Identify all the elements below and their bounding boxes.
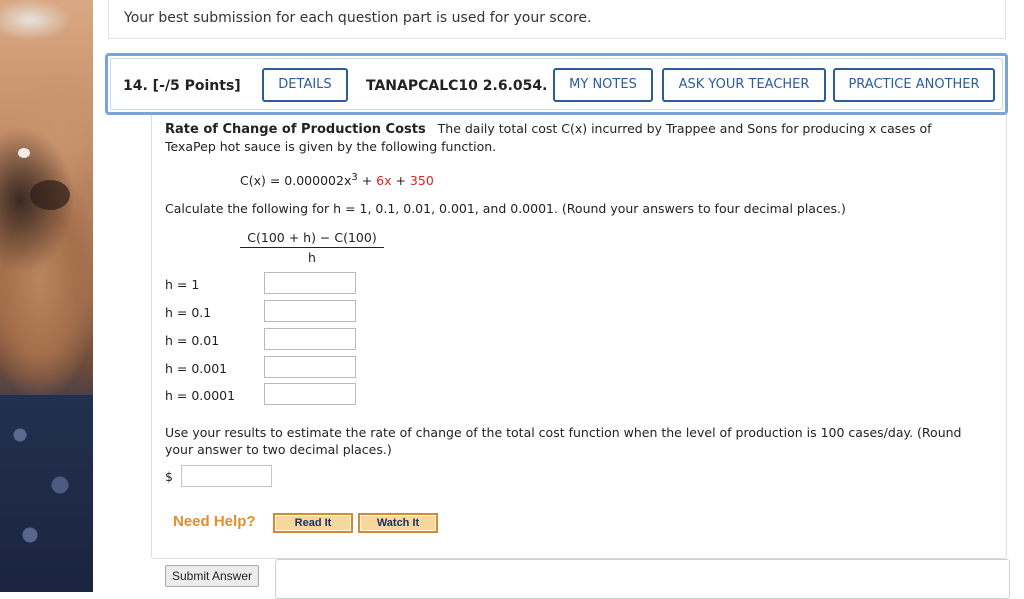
answer-input-h5[interactable] (264, 383, 356, 405)
h-label-1: h = 1 (165, 277, 200, 292)
practice-another-button[interactable]: PRACTICE ANOTHER (833, 68, 995, 102)
my-notes-button[interactable]: MY NOTES (553, 68, 653, 102)
rate-answer-input[interactable] (181, 465, 272, 487)
cost-function: C(x) = 0.000002x3 + 6x + 350 (240, 169, 434, 189)
watch-it-button[interactable]: Watch It (358, 513, 438, 533)
photo-highlight (18, 148, 30, 158)
h-label-5: h = 0.0001 (165, 388, 236, 403)
notes-panel (275, 559, 1010, 599)
function-plus-1: + (357, 173, 377, 189)
need-help-label: Need Help? (173, 513, 256, 530)
fraction-numerator: C(100 + h) − C(100) (240, 230, 384, 248)
problem-intro-line-1: The daily total cost C(x) incurred by Tr… (437, 121, 932, 136)
problem-title: Rate of Change of Production Costs (165, 122, 426, 137)
answer-input-h2[interactable] (264, 300, 356, 322)
read-it-button[interactable]: Read It (273, 513, 353, 533)
function-plus-2: + (391, 173, 410, 189)
question-header: 14. [-/5 Points] DETAILS TANAPCALC10 2.6… (105, 53, 1008, 115)
answer-input-h3[interactable] (264, 328, 356, 350)
problem-intro: Rate of Change of Production Costs The d… (165, 120, 995, 155)
estimate-line-2: your answer to two decimal places.) (165, 442, 392, 457)
problem-intro-line-2: TexaPep hot sauce is given by the follow… (165, 139, 497, 154)
estimate-text: Use your results to estimate the rate of… (165, 424, 1000, 458)
function-term-3: 350 (409, 173, 434, 189)
question-number: 14. [-/5 Points] (123, 78, 241, 94)
h-label-2: h = 0.1 (165, 305, 212, 320)
fraction-denominator: h (308, 250, 316, 265)
answer-input-h4[interactable] (264, 356, 356, 378)
estimate-line-1: Use your results to estimate the rate of… (165, 425, 962, 440)
function-term-2: 6x (376, 173, 392, 189)
score-notice-text: Your best submission for each question p… (124, 10, 592, 26)
function-lhs: C(x) = 0.000002x (240, 173, 352, 189)
ask-teacher-button[interactable]: ASK YOUR TEACHER (662, 68, 826, 102)
h-label-4: h = 0.001 (165, 361, 228, 376)
details-button[interactable]: DETAILS (262, 68, 348, 102)
difference-quotient: C(100 + h) − C(100) h (240, 230, 384, 265)
photo-shirt (0, 395, 93, 592)
photo-shadow (30, 180, 70, 210)
submit-answer-button[interactable]: Submit Answer (165, 565, 259, 587)
instruction-text: Calculate the following for h = 1, 0.1, … (165, 201, 846, 216)
answer-input-h1[interactable] (264, 272, 356, 294)
background-photo (0, 0, 93, 592)
currency-symbol: $ (165, 469, 173, 484)
score-notice-card: Your best submission for each question p… (108, 0, 1006, 39)
h-label-3: h = 0.01 (165, 333, 220, 348)
question-code: TANAPCALC10 2.6.054. (366, 78, 548, 94)
